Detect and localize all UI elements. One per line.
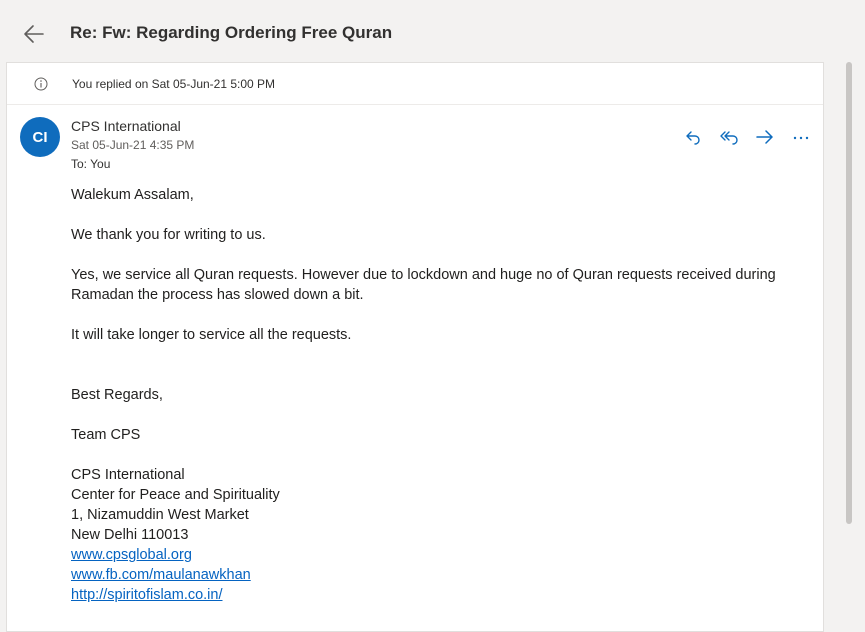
avatar[interactable]: CI bbox=[20, 117, 60, 157]
forward-button[interactable] bbox=[747, 125, 783, 149]
closing: Best Regards, bbox=[71, 387, 163, 403]
reply-info-bar: You replied on Sat 05-Jun-21 5:00 PM bbox=[7, 63, 823, 105]
reply-all-button[interactable] bbox=[711, 125, 747, 149]
back-button[interactable] bbox=[20, 20, 48, 48]
message-actions bbox=[675, 125, 819, 149]
signature-address: 1, Nizamuddin West Market bbox=[71, 507, 249, 523]
message-body: Walekum Assalam, We thank you for writin… bbox=[71, 185, 801, 605]
reply-button[interactable] bbox=[675, 125, 711, 149]
signature-city: New Delhi 110013 bbox=[71, 527, 189, 543]
body-paragraph: We thank you for writing to us. bbox=[71, 227, 266, 243]
body-paragraph: It will take longer to service all the r… bbox=[71, 327, 352, 343]
email-subject: Re: Fw: Regarding Ordering Free Quran bbox=[70, 23, 393, 42]
body-paragraph: Yes, we service all Quran requests. Howe… bbox=[71, 267, 776, 303]
team-name: Team CPS bbox=[71, 427, 141, 443]
sender-name[interactable]: CPS International bbox=[71, 118, 181, 134]
reply-icon bbox=[686, 131, 700, 145]
more-icon bbox=[793, 136, 809, 140]
spirit-of-islam-link[interactable]: http://spiritofislam.co.in/ bbox=[71, 585, 223, 605]
facebook-link[interactable]: www.fb.com/maulanawkhan bbox=[71, 565, 251, 585]
reply-info-text: You replied on Sat 05-Jun-21 5:00 PM bbox=[72, 77, 276, 91]
recipient-line: To: You bbox=[71, 157, 111, 171]
signature-center: Center for Peace and Spirituality bbox=[71, 487, 280, 503]
forward-icon bbox=[756, 130, 773, 144]
reply-all-icon bbox=[720, 131, 738, 145]
website-link[interactable]: www.cpsglobal.org bbox=[71, 545, 192, 565]
signature-org: CPS International bbox=[71, 467, 185, 483]
info-icon bbox=[34, 77, 48, 91]
reading-pane-header: Re: Fw: Regarding Ordering Free Quran bbox=[0, 0, 865, 62]
arrow-left-icon bbox=[24, 25, 44, 43]
message-date: Sat 05-Jun-21 4:35 PM bbox=[71, 138, 195, 152]
greeting: Walekum Assalam, bbox=[71, 187, 194, 203]
more-actions-button[interactable] bbox=[783, 125, 819, 149]
message-card: You replied on Sat 05-Jun-21 5:00 PM CI … bbox=[6, 62, 824, 632]
scrollbar[interactable] bbox=[846, 62, 852, 524]
